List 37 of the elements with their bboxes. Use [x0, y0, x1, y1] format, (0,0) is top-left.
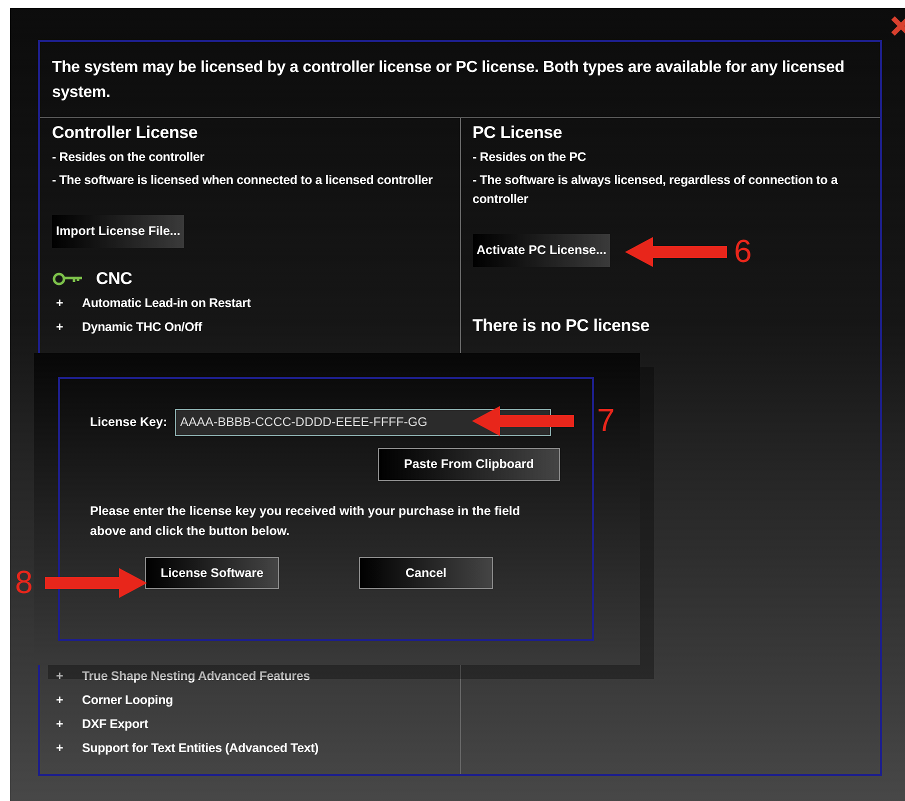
field-label: License Key:: [90, 414, 168, 431]
close-icon[interactable]: [891, 16, 905, 36]
product-name: CNC: [96, 268, 132, 290]
feature-text: Dynamic THC On/Off: [82, 319, 202, 336]
note-text: - Resides on the controller: [52, 149, 206, 166]
import-license-button[interactable]: Import License File...: [52, 215, 184, 248]
annotation-number: 8: [15, 566, 33, 598]
section-title: PC License: [472, 122, 564, 144]
feature-text: Support for Text Entities (Advanced Text): [82, 740, 318, 757]
bullet-text: +: [56, 692, 64, 709]
arrow-icon: [45, 568, 147, 598]
bullet-text: +: [56, 295, 64, 312]
annotation-number: 6: [734, 235, 752, 267]
license-software-button[interactable]: License Software: [145, 556, 279, 590]
arrow-icon: [472, 406, 574, 436]
bullet-text: +: [56, 716, 64, 733]
note-text: - The software is licensed when connected to a licensed controller: [52, 172, 434, 189]
feature-text: True Shape Nesting Advanced Features: [82, 668, 310, 685]
intro-text: The system may be licensed by a controller license or PC license. Both types are available for any licensed system.: [40, 42, 880, 118]
key-icon: [52, 272, 84, 286]
license-key-field[interactable]: AAAA-BBBB-CCCC-DDDD-EEEE-FFFF-GG: [175, 409, 552, 436]
arrow-icon: [625, 237, 727, 267]
cancel-button[interactable]: Cancel: [359, 556, 493, 590]
note-text: - The software is always licensed, regardless of connection to a controller: [472, 172, 839, 208]
feature-text: DXF Export: [82, 716, 148, 733]
section-title: Controller License: [52, 122, 199, 144]
annotation-number: 7: [597, 404, 615, 436]
activate-license-button[interactable]: Activate PC License...: [472, 234, 610, 267]
instructions-text: Please enter the license key you received with your purchase in the field above and click the button below.: [90, 502, 522, 540]
note-text: - Resides on the PC: [472, 149, 588, 166]
feature-text: Automatic Lead-in on Restart: [82, 295, 251, 312]
bullet-text: +: [56, 668, 64, 685]
paste-button[interactable]: Paste From Clipboard: [378, 448, 560, 480]
status-text: There is no PC license: [472, 314, 650, 337]
feature-text: Corner Looping: [82, 692, 173, 709]
bullet-text: +: [56, 740, 64, 757]
bullet-text: +: [56, 319, 64, 336]
